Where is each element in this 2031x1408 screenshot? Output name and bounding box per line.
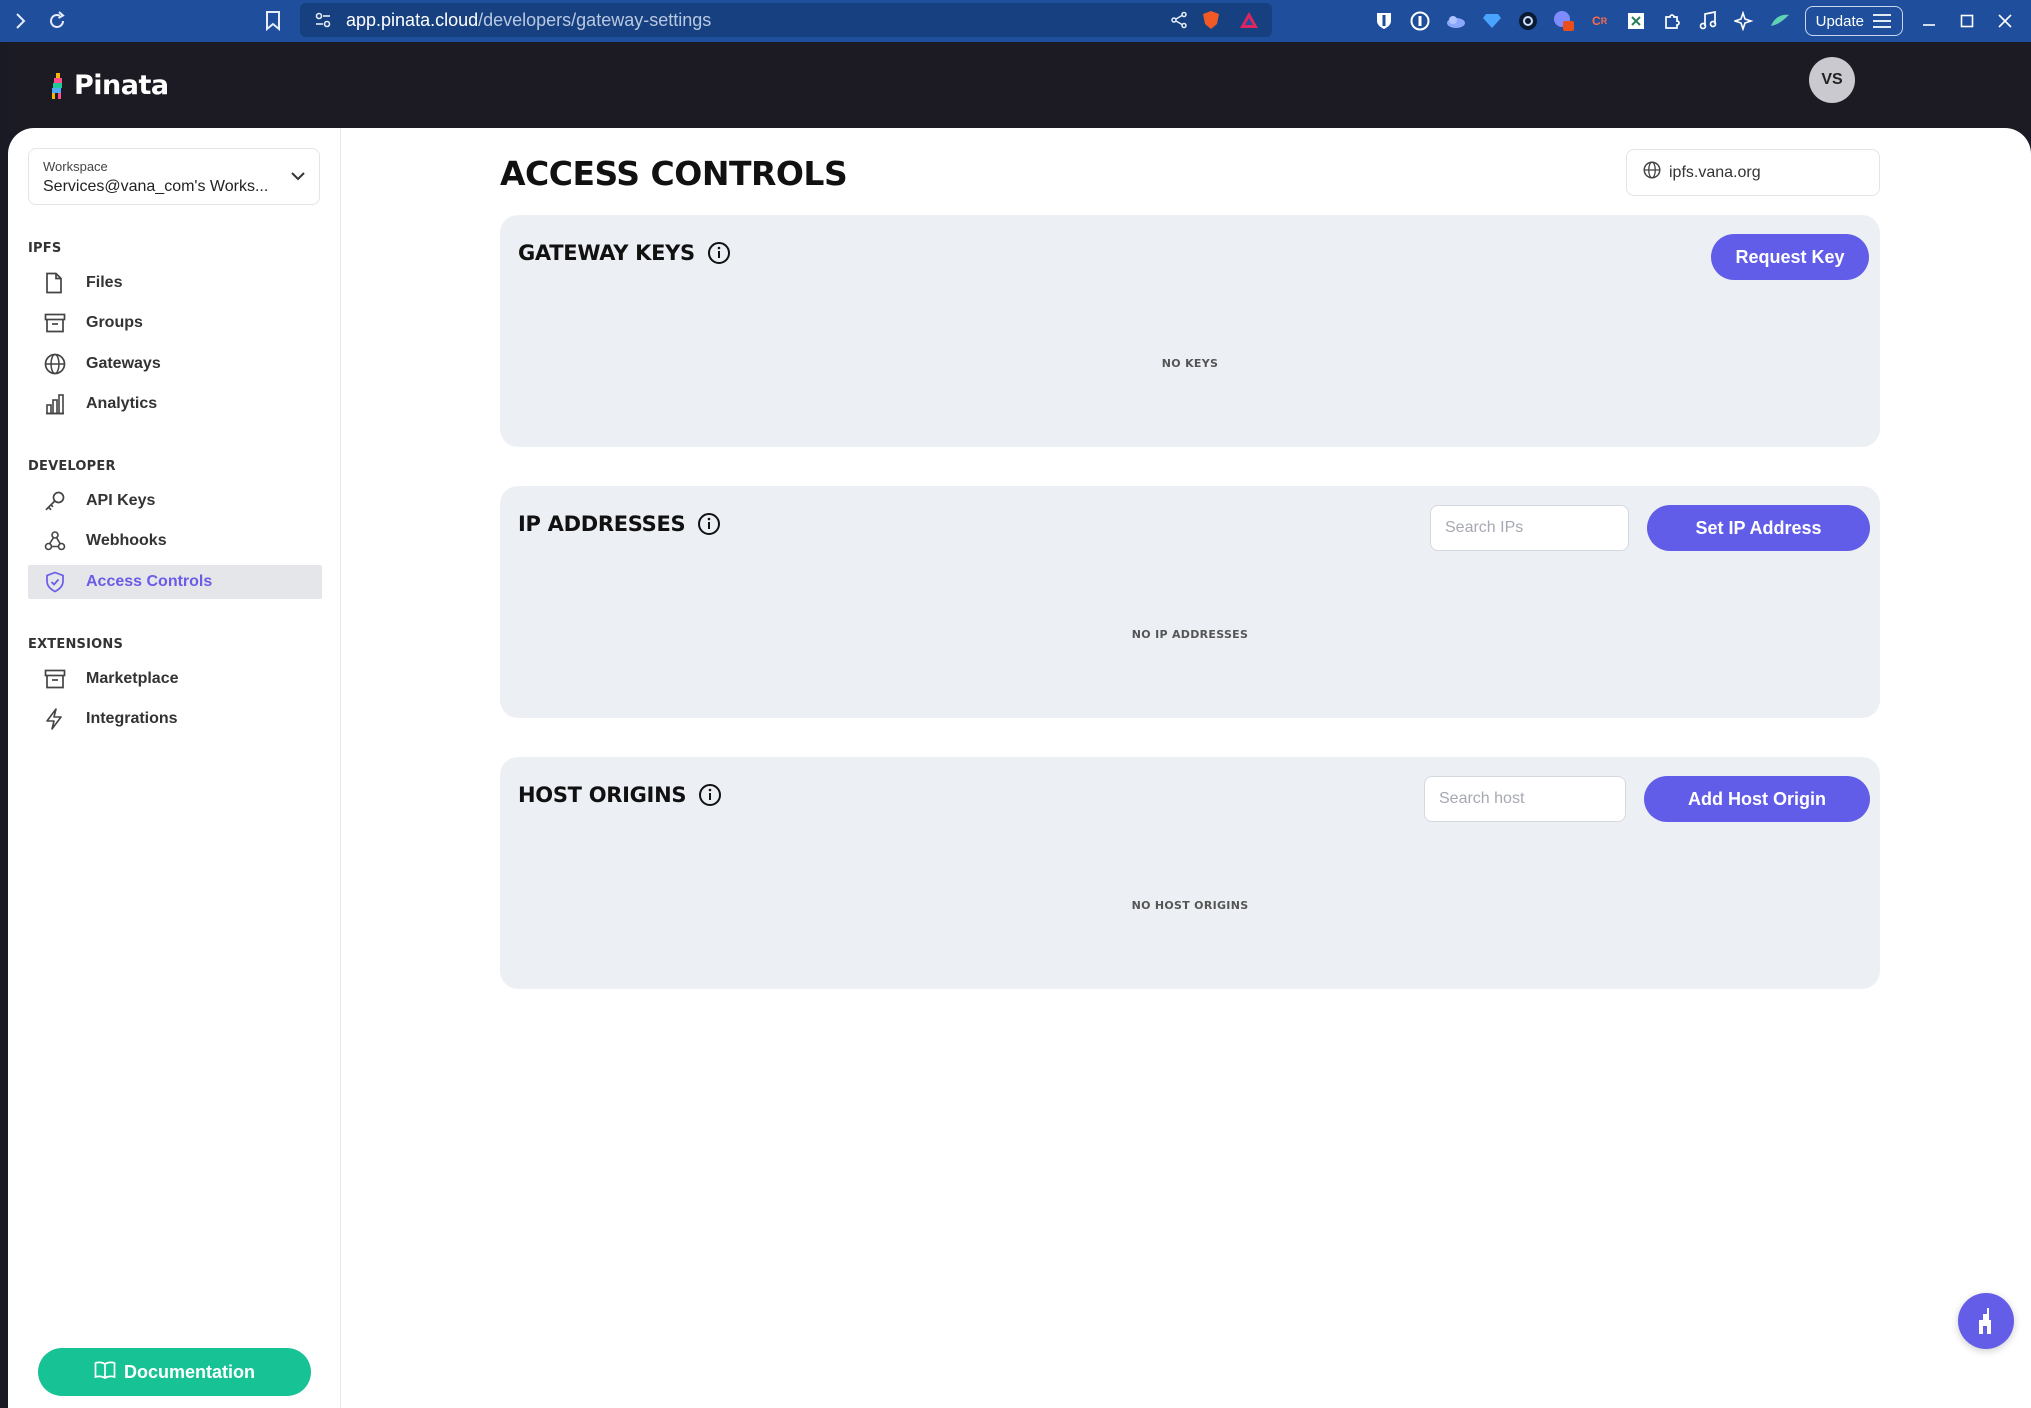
info-icon[interactable] (698, 783, 722, 807)
forward-icon[interactable] (4, 4, 38, 38)
page-title: ACCESS CONTROLS (500, 154, 848, 193)
extensions-bar: CR Update (1373, 0, 2031, 42)
section-title-ipfs: IPFS (28, 241, 62, 256)
sidebar-item-label: Webhooks (86, 532, 167, 549)
sidebar-item-integrations[interactable]: Integrations (28, 702, 322, 736)
brave-rewards-icon[interactable] (1238, 9, 1260, 36)
info-icon[interactable] (697, 512, 721, 536)
add-host-origin-button[interactable]: Add Host Origin (1644, 776, 1870, 822)
lightning-icon (44, 708, 74, 730)
badge-extension-icon[interactable] (1553, 10, 1575, 32)
workspace-value: Services@vana_com's Works... (43, 178, 269, 195)
globe-icon (44, 353, 74, 375)
reload-icon[interactable] (40, 4, 74, 38)
request-key-button[interactable]: Request Key (1711, 234, 1869, 280)
section-title-extensions: EXTENSIONS (28, 637, 124, 652)
host-origins-title: HOST ORIGINS (518, 783, 722, 807)
sidebar-item-label: Analytics (86, 395, 158, 412)
share-icon[interactable] (1170, 11, 1188, 34)
bitwarden-icon[interactable] (1373, 10, 1395, 32)
minimize-icon[interactable] (1917, 9, 1941, 33)
sidebar-item-label: Access Controls (86, 573, 213, 590)
key-icon (44, 490, 74, 512)
sidebar-item-label: Integrations (86, 710, 178, 727)
sidebar-item-label: Gateways (86, 355, 161, 372)
help-chat-button[interactable] (1958, 1293, 2014, 1349)
main-canvas: Workspace Services@vana_com's Works... I… (8, 128, 2031, 1408)
set-ip-address-button[interactable]: Set IP Address (1647, 505, 1870, 551)
sidebar: Workspace Services@vana_com's Works... I… (8, 128, 341, 1408)
gateway-selector[interactable]: ipfs.vana.org (1626, 149, 1880, 196)
site-settings-icon[interactable] (314, 11, 332, 34)
card-title-text: GATEWAY KEYS (518, 241, 695, 265)
archive-icon (44, 669, 74, 689)
bar-chart-icon (44, 393, 74, 415)
cloud-extension-icon[interactable] (1445, 10, 1467, 32)
gateway-keys-card: GATEWAY KEYS Request Key NO KEYS (500, 215, 1880, 447)
workspace-selector[interactable]: Workspace Services@vana_com's Works... (28, 148, 320, 205)
shield-check-icon (44, 571, 74, 593)
documentation-button[interactable]: Documentation (38, 1348, 311, 1396)
update-label: Update (1815, 12, 1864, 30)
sidebar-item-marketplace[interactable]: Marketplace (28, 662, 322, 696)
pinata-logo[interactable]: Pinata (50, 70, 169, 101)
pinata-help-icon (1979, 1308, 1991, 1334)
logo-text: Pinata (74, 70, 169, 101)
documentation-label: Documentation (123, 1361, 255, 1382)
sidebar-item-api-keys[interactable]: API Keys (28, 484, 322, 518)
sidebar-item-label: Groups (86, 314, 143, 331)
pinata-logo-icon (52, 72, 62, 99)
cr-extension-icon[interactable]: CR (1589, 10, 1611, 32)
music-icon[interactable] (1697, 10, 1719, 32)
sidebar-item-files[interactable]: Files (28, 266, 322, 300)
webhook-icon (44, 530, 74, 552)
card-title-text: IP ADDRESSES (518, 512, 686, 536)
sparkle-icon[interactable] (1733, 10, 1755, 32)
empty-state-text: NO KEYS (1161, 357, 1219, 370)
brave-shield-icon[interactable] (1200, 9, 1222, 36)
app-header: Pinata VS (8, 42, 2031, 132)
diamond-extension-icon[interactable] (1481, 10, 1503, 32)
archive-icon (44, 313, 74, 333)
circle-extension-icon[interactable] (1517, 10, 1539, 32)
ip-addresses-card: IP ADDRESSES Set IP Address NO IP ADDRES… (500, 486, 1880, 718)
sidebar-item-label: Files (86, 274, 123, 291)
sidebar-item-label: Marketplace (86, 670, 179, 687)
host-origins-card: HOST ORIGINS Add Host Origin NO HOST ORI… (500, 757, 1880, 989)
avatar[interactable]: VS (1809, 57, 1855, 103)
close-window-icon[interactable] (1993, 9, 2017, 33)
globe-icon (1643, 161, 1661, 184)
book-icon (94, 1360, 116, 1384)
sidebar-item-gateways[interactable]: Gateways (28, 347, 322, 381)
sidebar-item-access-controls[interactable]: Access Controls (28, 565, 322, 599)
bookmark-icon[interactable] (256, 4, 290, 38)
browser-toolbar: app.pinata.cloud/developers/gateway-sett… (0, 0, 2031, 42)
gateway-domain: ipfs.vana.org (1669, 163, 1761, 181)
menu-icon (1873, 14, 1891, 28)
gateway-keys-title: GATEWAY KEYS (518, 241, 731, 265)
leaf-extension-icon[interactable] (1769, 10, 1791, 32)
password-manager-icon[interactable] (1409, 10, 1431, 32)
workspace-label: Workspace (43, 159, 108, 174)
chevron-down-icon (291, 168, 305, 186)
search-host-input[interactable] (1424, 776, 1626, 822)
sidebar-item-webhooks[interactable]: Webhooks (28, 524, 322, 558)
empty-state-text: NO HOST ORIGINS (1131, 899, 1249, 912)
maximize-icon[interactable] (1955, 9, 1979, 33)
sidebar-item-label: API Keys (86, 492, 156, 509)
update-button[interactable]: Update (1804, 6, 1903, 36)
sidebar-item-analytics[interactable]: Analytics (28, 387, 322, 421)
address-bar[interactable]: app.pinata.cloud/developers/gateway-sett… (300, 3, 1272, 37)
empty-state-text: NO IP ADDRESSES (1131, 628, 1249, 641)
file-icon (44, 272, 74, 294)
search-ips-input[interactable] (1430, 505, 1629, 551)
grid-extension-icon[interactable] (1625, 10, 1647, 32)
puzzle-extensions-icon[interactable] (1661, 10, 1683, 32)
info-icon[interactable] (707, 241, 731, 265)
card-title-text: HOST ORIGINS (518, 783, 687, 807)
ip-addresses-title: IP ADDRESSES (518, 512, 721, 536)
section-title-developer: DEVELOPER (28, 459, 116, 474)
sidebar-item-groups[interactable]: Groups (28, 306, 322, 340)
url-text: app.pinata.cloud/developers/gateway-sett… (346, 9, 712, 30)
